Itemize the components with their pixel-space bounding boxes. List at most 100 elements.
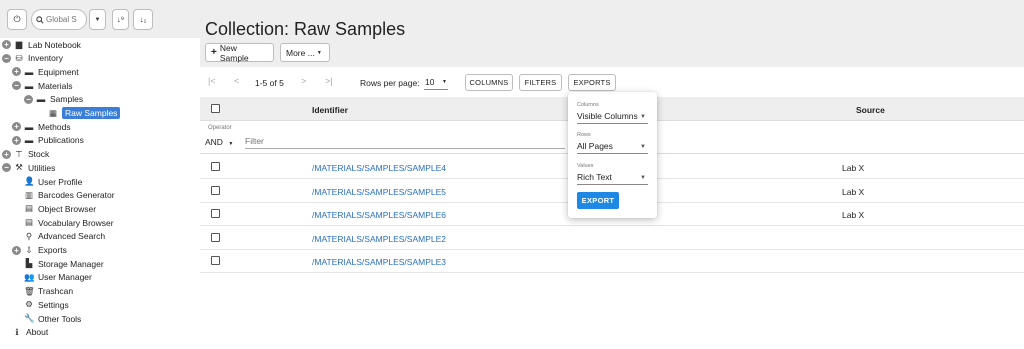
identifier-link[interactable]: /MATERIALS/SAMPLES/SAMPLE5 <box>312 187 446 197</box>
values-option-select[interactable]: Rich Text ▼ <box>577 172 648 185</box>
column-header-source[interactable]: Source <box>856 105 885 115</box>
tree-item-label: Trashcan <box>38 286 74 297</box>
operator-select[interactable]: AND ▼ <box>205 137 233 147</box>
tree-item-about[interactable]: ℹ About <box>12 326 48 339</box>
tree-item-user-profile[interactable]: 👤 User Profile <box>24 175 82 188</box>
identifier-link[interactable]: /MATERIALS/SAMPLES/SAMPLE4 <box>312 163 446 173</box>
sort-ascending-button[interactable]: ↓⁹ <box>112 9 129 30</box>
tree-item-label: Other Tools <box>38 313 82 324</box>
power-icon: ⏻ <box>13 14 21 24</box>
first-page-icon[interactable]: |< <box>208 76 216 86</box>
sort-descending-icon: ↓₁ <box>139 15 147 24</box>
global-search-input[interactable] <box>46 15 86 24</box>
tree-item-object-browser[interactable]: ▤ Object Browser <box>24 202 96 215</box>
tree-item-user-manager[interactable]: 👥 User Manager <box>24 271 92 284</box>
list-icon: ▤ <box>24 217 34 228</box>
export-button[interactable]: EXPORT <box>577 192 619 209</box>
tree-item-methods[interactable]: + ▬ Methods <box>12 120 71 133</box>
expand-icon[interactable]: + <box>12 122 21 132</box>
expand-icon[interactable]: + <box>12 67 21 77</box>
row-checkbox[interactable] <box>211 232 220 242</box>
filters-button[interactable]: FILTERS <box>519 74 562 91</box>
filter-input[interactable] <box>245 134 565 149</box>
tree-item-vocabulary-browser[interactable]: ▤ Vocabulary Browser <box>24 216 114 229</box>
folder-icon: ▬ <box>24 66 34 77</box>
table-row[interactable]: /MATERIALS/SAMPLES/SAMPLE3 <box>200 249 1024 273</box>
identifier-link[interactable]: /MATERIALS/SAMPLES/SAMPLE6 <box>312 210 446 220</box>
select-all-checkbox[interactable] <box>211 104 220 113</box>
row-checkbox[interactable] <box>211 256 220 265</box>
expand-icon[interactable]: + <box>2 40 11 49</box>
columns-button[interactable]: COLUMNS <box>465 74 513 91</box>
identifier-link[interactable]: /MATERIALS/SAMPLES/SAMPLE2 <box>312 234 446 244</box>
export-icon: ⇩ <box>25 244 33 255</box>
global-search-box[interactable] <box>31 9 87 30</box>
page-range: 1-5 of 5 <box>255 78 284 88</box>
expand-icon[interactable]: + <box>12 245 21 255</box>
expand-icon[interactable]: + <box>12 135 21 145</box>
caret-down-icon: ▼ <box>442 79 447 85</box>
tree-item-materials[interactable]: − ▬ Materials <box>12 79 72 92</box>
more-label: More ... <box>286 47 315 58</box>
collapse-icon[interactable]: − <box>24 94 33 104</box>
more-button[interactable]: More ... ▼ <box>280 43 330 62</box>
storage-icon: ▙ <box>25 258 33 269</box>
tree-item-other-tools[interactable]: 🔧 Other Tools <box>24 312 81 325</box>
header-band: Collection: Raw Samples + New Sample Mor… <box>200 0 1024 67</box>
rows-per-page-select[interactable]: 10 ▼ <box>424 75 448 90</box>
tree-item-label: Samples <box>50 94 84 105</box>
rows-option-value: All Pages <box>577 141 613 151</box>
collapse-icon[interactable]: − <box>12 81 21 91</box>
collapse-icon[interactable]: − <box>2 53 11 63</box>
row-checkbox[interactable] <box>211 209 220 218</box>
columns-option-select[interactable]: Visible Columns ▼ <box>577 111 648 124</box>
operator-value: AND <box>205 137 223 147</box>
column-header-identifier[interactable]: Identifier <box>312 105 348 115</box>
table-icon: ▦ <box>48 107 58 118</box>
tree-item-label: Advanced Search <box>38 231 106 242</box>
tree-item-raw-samples[interactable]: ▦ Raw Samples <box>48 107 121 120</box>
tree-item-label: Utilities <box>28 162 56 173</box>
previous-page-icon[interactable]: < <box>234 76 239 86</box>
row-checkbox[interactable] <box>211 185 220 195</box>
tree-item-storage-manager[interactable]: ▙ Storage Manager <box>24 257 104 270</box>
tree-item-publications[interactable]: + ▬ Publications <box>12 134 84 147</box>
tree-item-settings[interactable]: ⚙ Settings <box>24 298 69 311</box>
sidebar: ⏻ ▼ ↓⁹ ↓₁ +▆Lab Notebook−⛁Inventory+▬Equ… <box>0 0 200 349</box>
search-icon <box>36 15 44 24</box>
source-cell: Lab X <box>842 186 865 197</box>
tree-item-inventory[interactable]: − ⛁ Inventory <box>2 52 63 65</box>
sort-ascending-icon: ↓⁹ <box>116 15 125 24</box>
tree-item-label: Equipment <box>38 66 79 77</box>
columns-option-label: Columns <box>577 102 599 108</box>
tree-item-samples[interactable]: − ▬ Samples <box>24 93 83 106</box>
page-title: Collection: Raw Samples <box>205 19 406 39</box>
new-sample-button[interactable]: + New Sample <box>205 43 274 63</box>
search-icon: ⚲ <box>25 230 33 241</box>
rows-option-select[interactable]: All Pages ▼ <box>577 141 648 154</box>
tree-item-lab-notebook[interactable]: + ▆ Lab Notebook <box>2 38 81 51</box>
caret-down-icon: ▼ <box>640 114 646 120</box>
tree-item-equipment[interactable]: + ▬ Equipment <box>12 65 79 78</box>
sort-descending-button[interactable]: ↓₁ <box>133 9 153 30</box>
tree-item-utilities[interactable]: − ⚒ Utilities <box>2 161 55 174</box>
exports-button[interactable]: EXPORTS <box>568 74 616 91</box>
collapse-icon[interactable]: − <box>2 163 11 173</box>
tree-item-barcodes-generator[interactable]: ▥ Barcodes Generator <box>24 189 115 202</box>
search-dropdown-button[interactable]: ▼ <box>89 9 106 30</box>
tree-item-label: Settings <box>38 299 69 310</box>
expand-icon[interactable]: + <box>2 149 11 159</box>
power-button[interactable]: ⏻ <box>7 9 27 30</box>
next-page-icon[interactable]: > <box>301 76 306 86</box>
tree-item-stock[interactable]: + ⊤ Stock <box>2 148 49 161</box>
row-checkbox[interactable] <box>211 162 220 171</box>
export-popup: Columns Visible Columns ▼ Rows All Pages… <box>568 92 657 218</box>
folder-open-icon: ▬ <box>36 94 46 105</box>
wrench-icon: 🔧 <box>24 313 35 323</box>
tree-item-exports[interactable]: + ⇩ Exports <box>12 244 67 257</box>
tree-item-trashcan[interactable]: 🗑 Trashcan <box>24 285 73 298</box>
last-page-icon[interactable]: >| <box>325 76 333 86</box>
table-row[interactable]: /MATERIALS/SAMPLES/SAMPLE2 <box>200 226 1024 250</box>
identifier-link[interactable]: /MATERIALS/SAMPLES/SAMPLE3 <box>312 257 446 267</box>
tree-item-advanced-search[interactable]: ⚲ Advanced Search <box>24 230 105 243</box>
